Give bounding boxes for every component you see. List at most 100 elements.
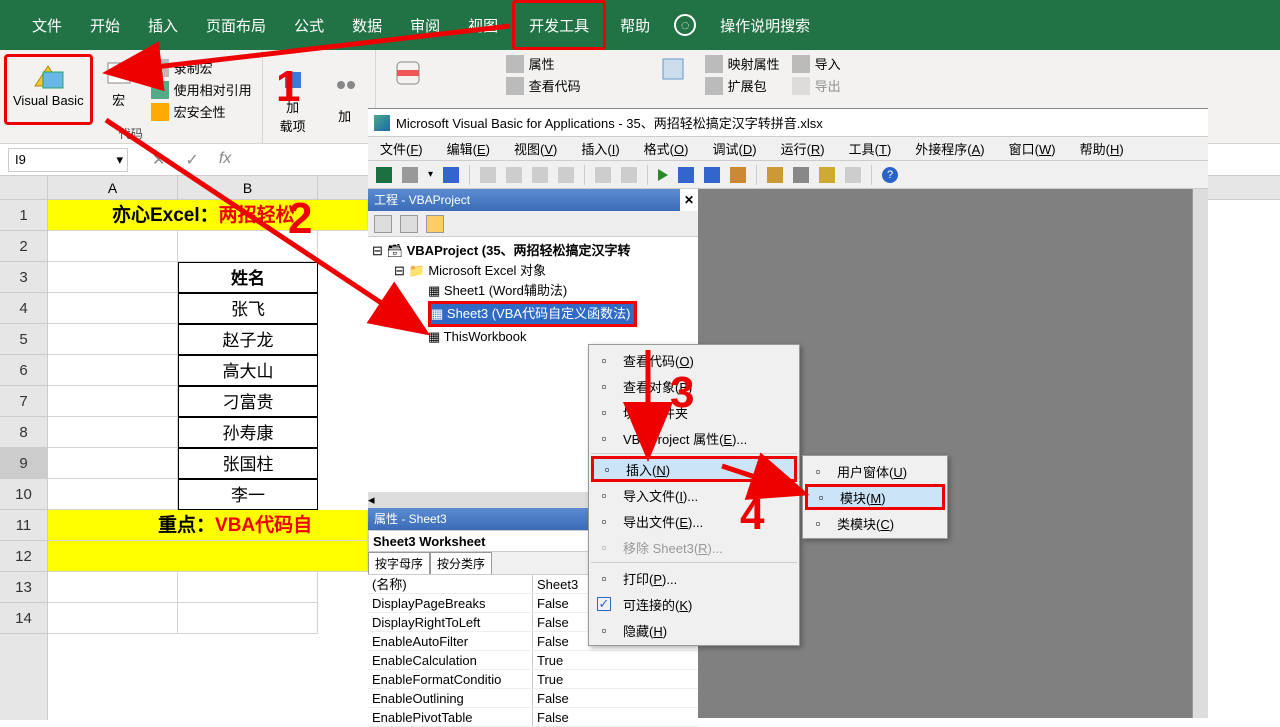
tree-sheet1[interactable]: Sheet1 (Word辅助法)	[444, 283, 567, 298]
macro-security-button[interactable]: 宏安全性	[151, 102, 252, 121]
view-code-icon[interactable]	[374, 215, 392, 233]
ctx-item-导入文件[interactable]: ▫导入文件(I)...	[591, 482, 797, 508]
undo-icon[interactable]	[595, 167, 611, 183]
cell[interactable]	[178, 572, 318, 603]
tab-file[interactable]: 文件	[18, 0, 76, 50]
run-icon[interactable]	[658, 169, 668, 181]
project-panel-title[interactable]: 工程 - VBAProject✕	[368, 189, 698, 211]
ctx-item-VBAProject 属性[interactable]: ▫VBAProject 属性(E)...	[591, 425, 797, 451]
ctx-sub-模块[interactable]: ▫模块(M)	[805, 484, 945, 510]
view-object-icon[interactable]	[400, 215, 418, 233]
prop-tab-alpha[interactable]: 按字母序	[368, 552, 430, 574]
tab-view[interactable]: 视图	[454, 0, 512, 50]
row-header[interactable]: 9	[0, 448, 47, 479]
ctx-item-打印[interactable]: ▫打印(P)...	[591, 565, 797, 591]
help-icon[interactable]: ?	[882, 167, 898, 183]
ctx-item-查看代码[interactable]: ▫查看代码(O)	[591, 347, 797, 373]
cell[interactable]	[48, 231, 178, 262]
tab-help[interactable]: 帮助	[606, 0, 664, 50]
close-icon[interactable]: ✕	[680, 189, 698, 211]
view-code-button[interactable]: 查看代码	[506, 76, 581, 95]
insert-dropdown-icon[interactable]	[402, 167, 418, 183]
row-header[interactable]: 13	[0, 572, 47, 603]
cell[interactable]	[48, 603, 178, 634]
property-row[interactable]: EnableCalculationTrue	[368, 651, 698, 670]
cell[interactable]: 刁富贵	[178, 386, 318, 417]
ctx-item-切换文件夹[interactable]: ▫切换文件夹	[591, 399, 797, 425]
design-icon[interactable]	[730, 167, 746, 183]
vbe-menu-item[interactable]: 窗口(W)	[1009, 139, 1056, 158]
copy-icon[interactable]	[506, 167, 522, 183]
title-cell[interactable]: 亦心Excel：两招轻松	[48, 200, 368, 231]
tab-developer[interactable]: 开发工具	[512, 0, 606, 50]
name-box[interactable]: I9▾	[8, 148, 128, 172]
use-relative-button[interactable]: 使用相对引用	[151, 80, 252, 99]
scrollbar-vertical[interactable]	[1192, 189, 1208, 718]
ctx-sub-用户窗体[interactable]: ▫用户窗体(U)	[805, 458, 945, 484]
row-header[interactable]: 12	[0, 541, 47, 572]
tab-formulas[interactable]: 公式	[280, 0, 338, 50]
vbe-menu-item[interactable]: 视图(V)	[514, 139, 557, 158]
cell[interactable]	[48, 541, 368, 572]
tab-insert[interactable]: 插入	[134, 0, 192, 50]
vbe-titlebar[interactable]: Microsoft Visual Basic for Applications …	[368, 109, 1208, 137]
cell[interactable]	[178, 603, 318, 634]
map-props-button[interactable]: 映射属性	[705, 54, 780, 73]
ctx-sub-类模块[interactable]: ▫类模块(C)	[805, 510, 945, 536]
cell[interactable]	[48, 386, 178, 417]
vbe-menu-item[interactable]: 工具(T)	[849, 139, 892, 158]
ctx-item-插入[interactable]: ▫插入(N)▸	[591, 456, 797, 482]
tell-me-search[interactable]: 操作说明搜索	[706, 0, 824, 50]
tab-data[interactable]: 数据	[338, 0, 396, 50]
expand-button[interactable]: 扩展包	[705, 76, 780, 95]
cell[interactable]	[48, 355, 178, 386]
fx-button[interactable]: fx	[219, 150, 231, 170]
cell[interactable]: 李一	[178, 479, 318, 510]
ctx-item-导出文件[interactable]: ▫导出文件(E)...	[591, 508, 797, 534]
excel-addins-button[interactable]: 加	[319, 70, 371, 127]
visual-basic-button[interactable]: Visual Basic	[4, 54, 93, 125]
cell[interactable]	[48, 572, 178, 603]
col-header[interactable]: B	[178, 176, 318, 199]
row-header[interactable]: 5	[0, 324, 47, 355]
vbe-menu-item[interactable]: 调试(D)	[712, 139, 756, 158]
vbe-menu-item[interactable]: 外接程序(A)	[915, 139, 984, 158]
properties-button[interactable]: 属性	[506, 54, 581, 73]
cell[interactable]: 张国柱	[178, 448, 318, 479]
cell[interactable]	[178, 231, 318, 262]
row-header[interactable]: 4	[0, 293, 47, 324]
dropdown-icon[interactable]: ▾	[428, 169, 433, 180]
row-header[interactable]: 6	[0, 355, 47, 386]
addins-button[interactable]: 加 载项	[267, 61, 319, 137]
col-header[interactable]: A	[48, 176, 178, 199]
record-macro-button[interactable]: 录制宏	[151, 58, 252, 77]
row-header[interactable]: 14	[0, 603, 47, 634]
vbe-menu-item[interactable]: 格式(O)	[644, 139, 689, 158]
tab-layout[interactable]: 页面布局	[192, 0, 280, 50]
cell[interactable]: 张飞	[178, 293, 318, 324]
project-explorer-icon[interactable]	[767, 167, 783, 183]
find-icon[interactable]	[558, 167, 574, 183]
cell[interactable]: 高大山	[178, 355, 318, 386]
note-cell[interactable]: 重点：VBA代码自	[48, 510, 368, 541]
reset-icon[interactable]	[704, 167, 720, 183]
row-header[interactable]: 3	[0, 262, 47, 293]
row-header[interactable]: 2	[0, 231, 47, 262]
cell[interactable]	[48, 262, 178, 293]
row-header[interactable]: 1	[0, 200, 47, 231]
insert-control-button[interactable]	[382, 54, 434, 92]
paste-icon[interactable]	[532, 167, 548, 183]
cell[interactable]: 赵子龙	[178, 324, 318, 355]
view-excel-icon[interactable]	[376, 167, 392, 183]
toolbox-icon[interactable]	[845, 167, 861, 183]
vbe-menu-item[interactable]: 运行(R)	[781, 139, 825, 158]
tab-home[interactable]: 开始	[76, 0, 134, 50]
row-header[interactable]: 10	[0, 479, 47, 510]
break-icon[interactable]	[678, 167, 694, 183]
cell[interactable]: 孙寿康	[178, 417, 318, 448]
properties-window-icon[interactable]	[793, 167, 809, 183]
vbe-menu-item[interactable]: 帮助(H)	[1080, 139, 1124, 158]
vbe-menu-item[interactable]: 插入(I)	[581, 139, 619, 158]
export-button[interactable]: 导出	[792, 76, 841, 95]
ctx-item-隐藏[interactable]: ▫隐藏(H)	[591, 617, 797, 643]
